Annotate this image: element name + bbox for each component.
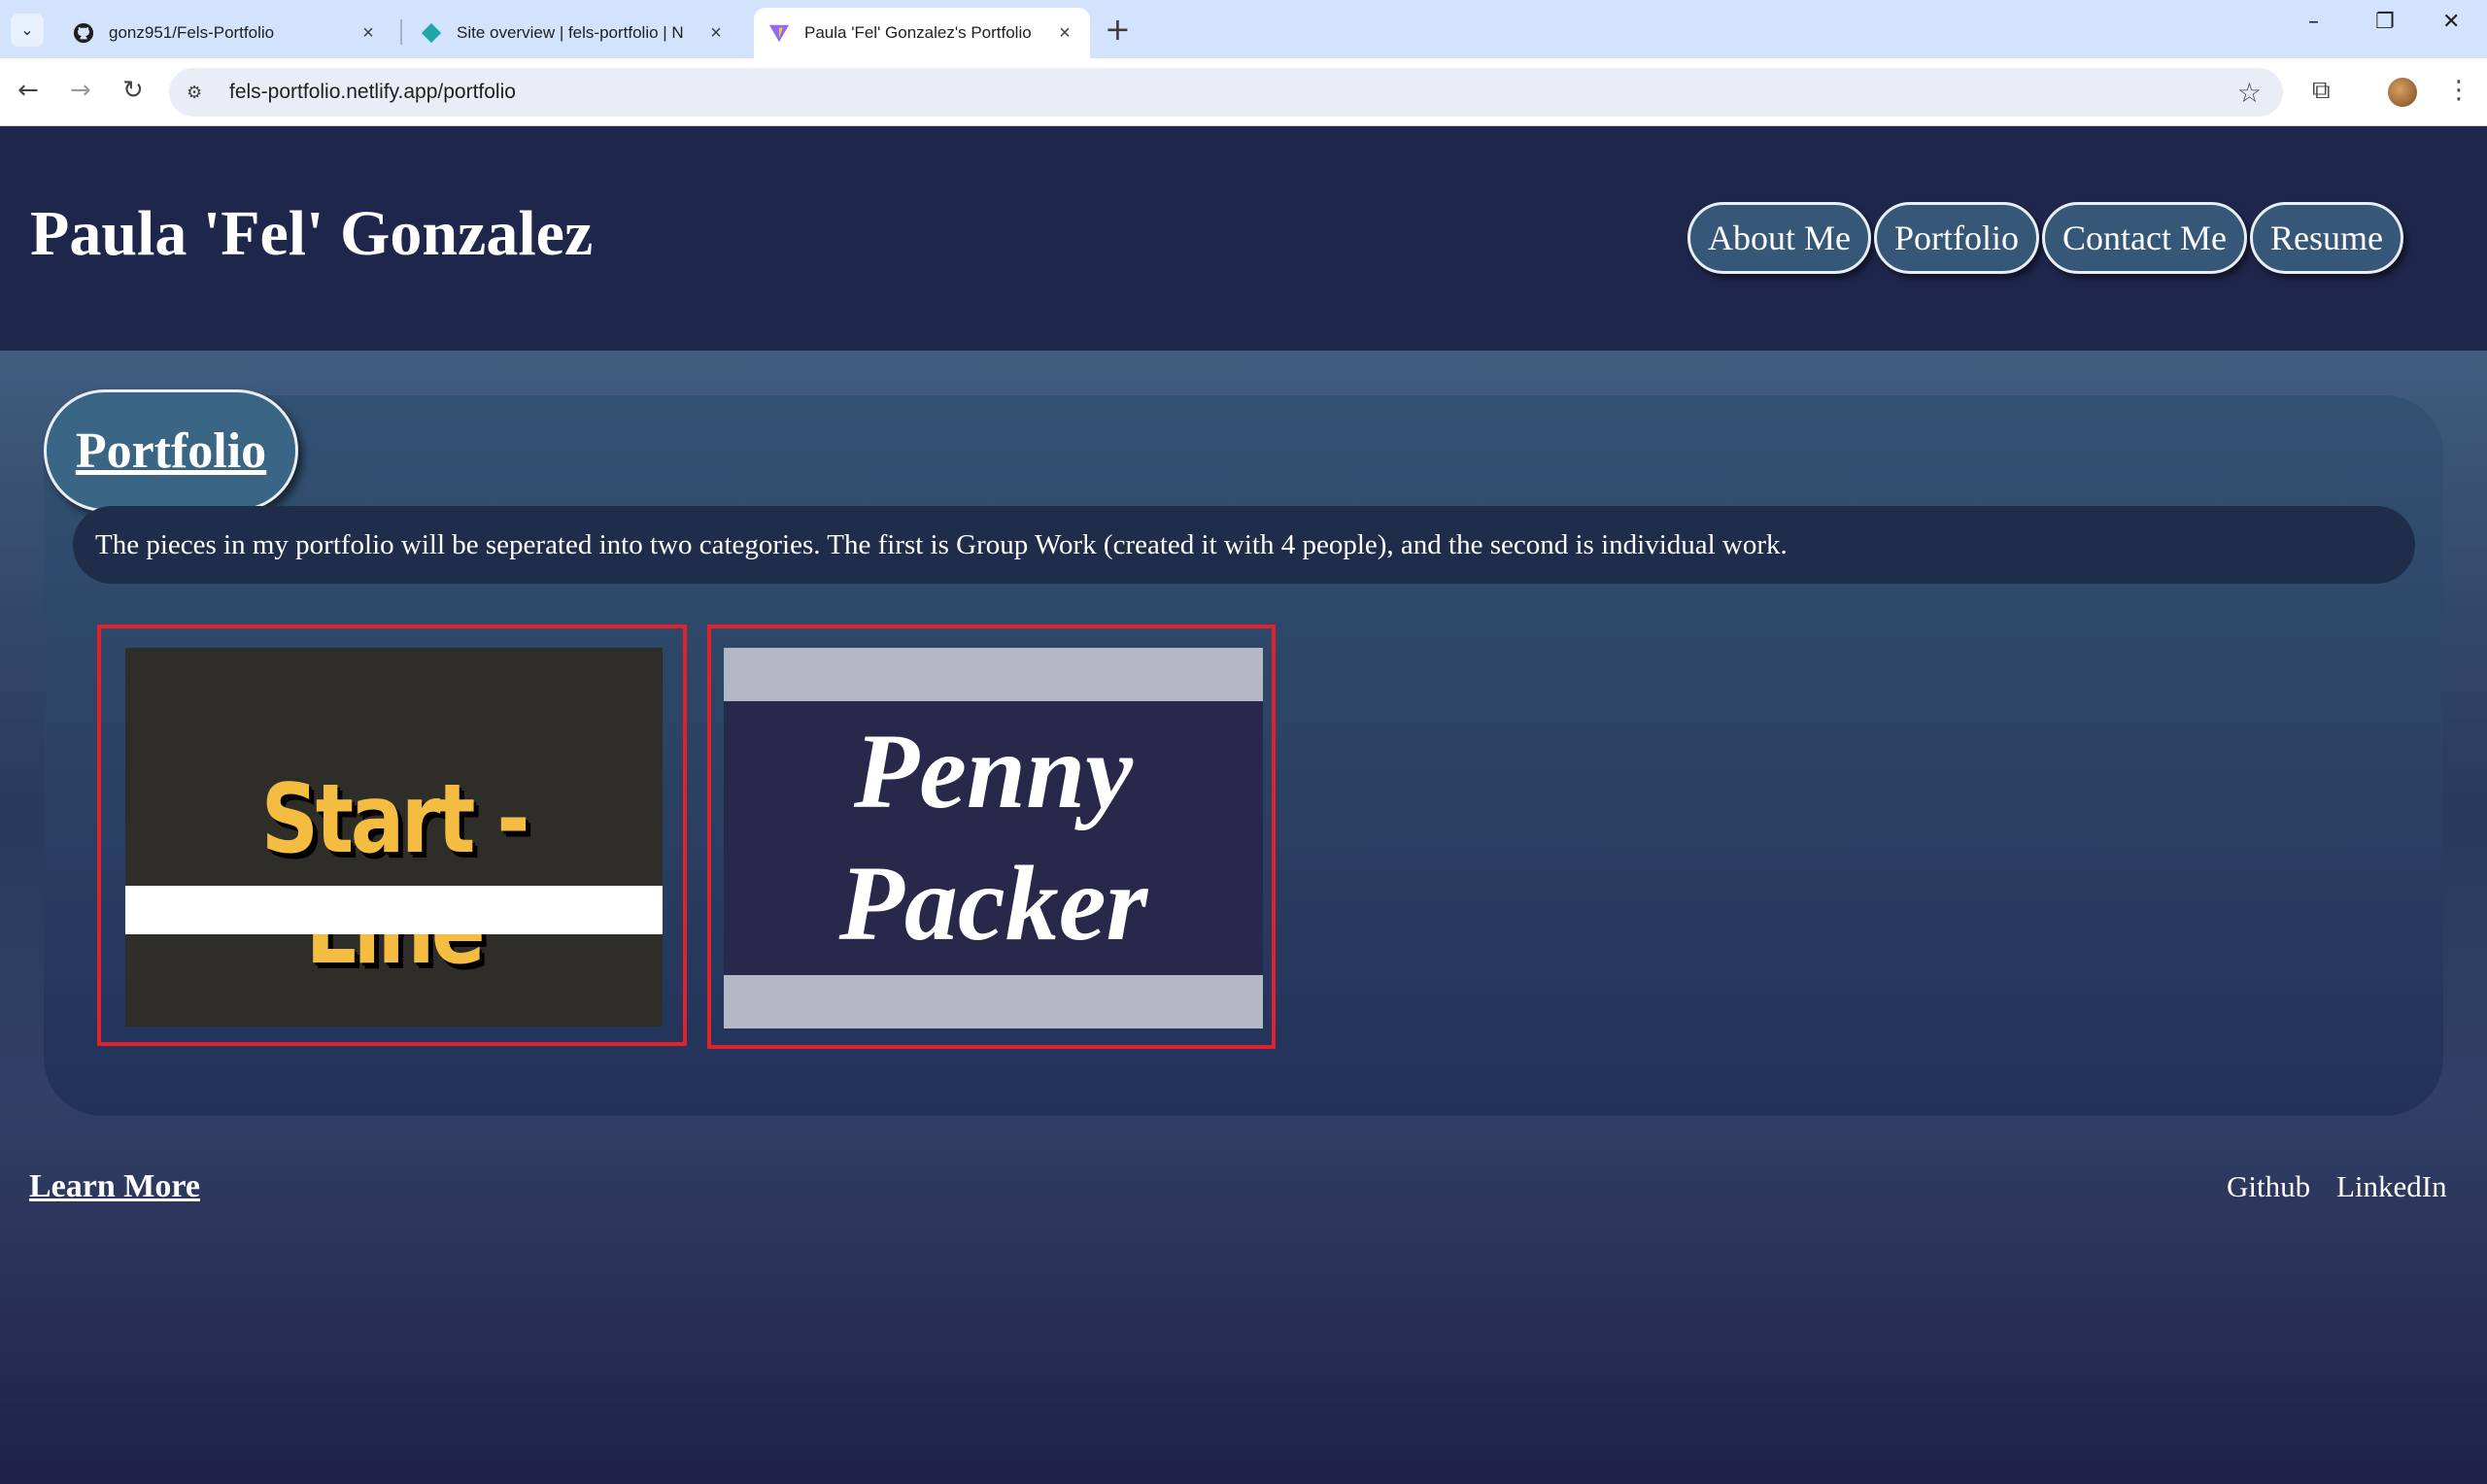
tab-portfolio-active[interactable]: Paula 'Fel' Gonzalez's Portfolio × <box>754 8 1090 58</box>
portfolio-description: The pieces in my portfolio will be seper… <box>73 506 2415 584</box>
minimize-icon[interactable]: – <box>2308 10 2319 34</box>
github-link[interactable]: Github <box>2227 1169 2310 1204</box>
nav-contact-me[interactable]: Contact Me <box>2042 202 2247 274</box>
site-header: Paula 'Fel' Gonzalez About Me Portfolio … <box>0 127 2487 351</box>
penny-packer-line1: Penny <box>853 712 1134 830</box>
start-line-thumbnail[interactable]: Start - Line <box>125 648 663 1027</box>
penny-packer-thumbnail[interactable]: Penny Packer <box>724 648 1263 1029</box>
address-bar[interactable]: ⚙ fels-portfolio.netlify.app/portfolio ☆ <box>169 68 2283 117</box>
tab-title: gonz951/Fels-Portfolio <box>109 23 275 42</box>
tab-search-button[interactable]: ⌄ <box>11 14 44 47</box>
vite-icon <box>767 21 791 45</box>
learn-more-link[interactable]: Learn More <box>29 1168 200 1205</box>
browser-toolbar: ← → ↻ ⚙ fels-portfolio.netlify.app/portf… <box>0 58 2487 126</box>
project-card-penny-packer[interactable]: Penny Packer <box>707 624 1276 1049</box>
site-settings-icon[interactable]: ⚙ <box>187 83 216 103</box>
back-arrow-icon[interactable]: ← <box>17 74 39 107</box>
reload-icon[interactable]: ↻ <box>122 74 144 107</box>
github-icon <box>72 21 95 45</box>
tab-divider <box>400 19 402 45</box>
page-content: Paula 'Fel' Gonzalez About Me Portfolio … <box>0 127 2487 1484</box>
portfolio-heading[interactable]: Portfolio <box>44 389 298 512</box>
new-tab-button[interactable]: + <box>1105 12 1131 47</box>
logo-stripe <box>125 886 663 934</box>
restore-icon[interactable]: ❐ <box>2375 10 2395 34</box>
nav-about-me[interactable]: About Me <box>1687 202 1871 274</box>
close-tab-icon[interactable]: × <box>1053 22 1076 45</box>
start-line-logo-text: Start - Line <box>260 764 530 986</box>
close-tab-icon[interactable]: × <box>357 22 380 45</box>
nav-resume[interactable]: Resume <box>2250 202 2403 274</box>
project-card-start-line[interactable]: Start - Line <box>97 624 687 1046</box>
tab-github[interactable]: gonz951/Fels-Portfolio × <box>58 8 393 58</box>
extensions-icon[interactable]: ⧉ <box>2312 76 2331 106</box>
close-tab-icon[interactable]: × <box>704 22 728 45</box>
forward-arrow-icon[interactable]: → <box>70 74 91 107</box>
profile-avatar[interactable] <box>2388 78 2417 107</box>
bookmark-star-icon[interactable]: ☆ <box>2237 77 2262 109</box>
browser-tab-bar: ⌄ gonz951/Fels-Portfolio × Site overview… <box>0 0 2487 58</box>
tab-title: Site overview | fels-portfolio | N <box>457 23 684 42</box>
chevron-down-icon: ⌄ <box>20 22 34 39</box>
netlify-icon <box>420 21 443 45</box>
site-title: Paula 'Fel' Gonzalez <box>30 198 594 269</box>
tab-title: Paula 'Fel' Gonzalez's Portfolio <box>804 23 1032 42</box>
url-text[interactable]: fels-portfolio.netlify.app/portfolio <box>229 81 516 104</box>
tab-netlify[interactable]: Site overview | fels-portfolio | N × <box>406 8 741 58</box>
penny-packer-line2: Packer <box>838 844 1148 962</box>
linkedin-link[interactable]: LinkedIn <box>2336 1169 2447 1204</box>
nav-portfolio[interactable]: Portfolio <box>1874 202 2040 274</box>
close-window-icon[interactable]: ✕ <box>2442 10 2460 34</box>
menu-kebab-icon[interactable]: ⋮ <box>2446 76 2471 105</box>
